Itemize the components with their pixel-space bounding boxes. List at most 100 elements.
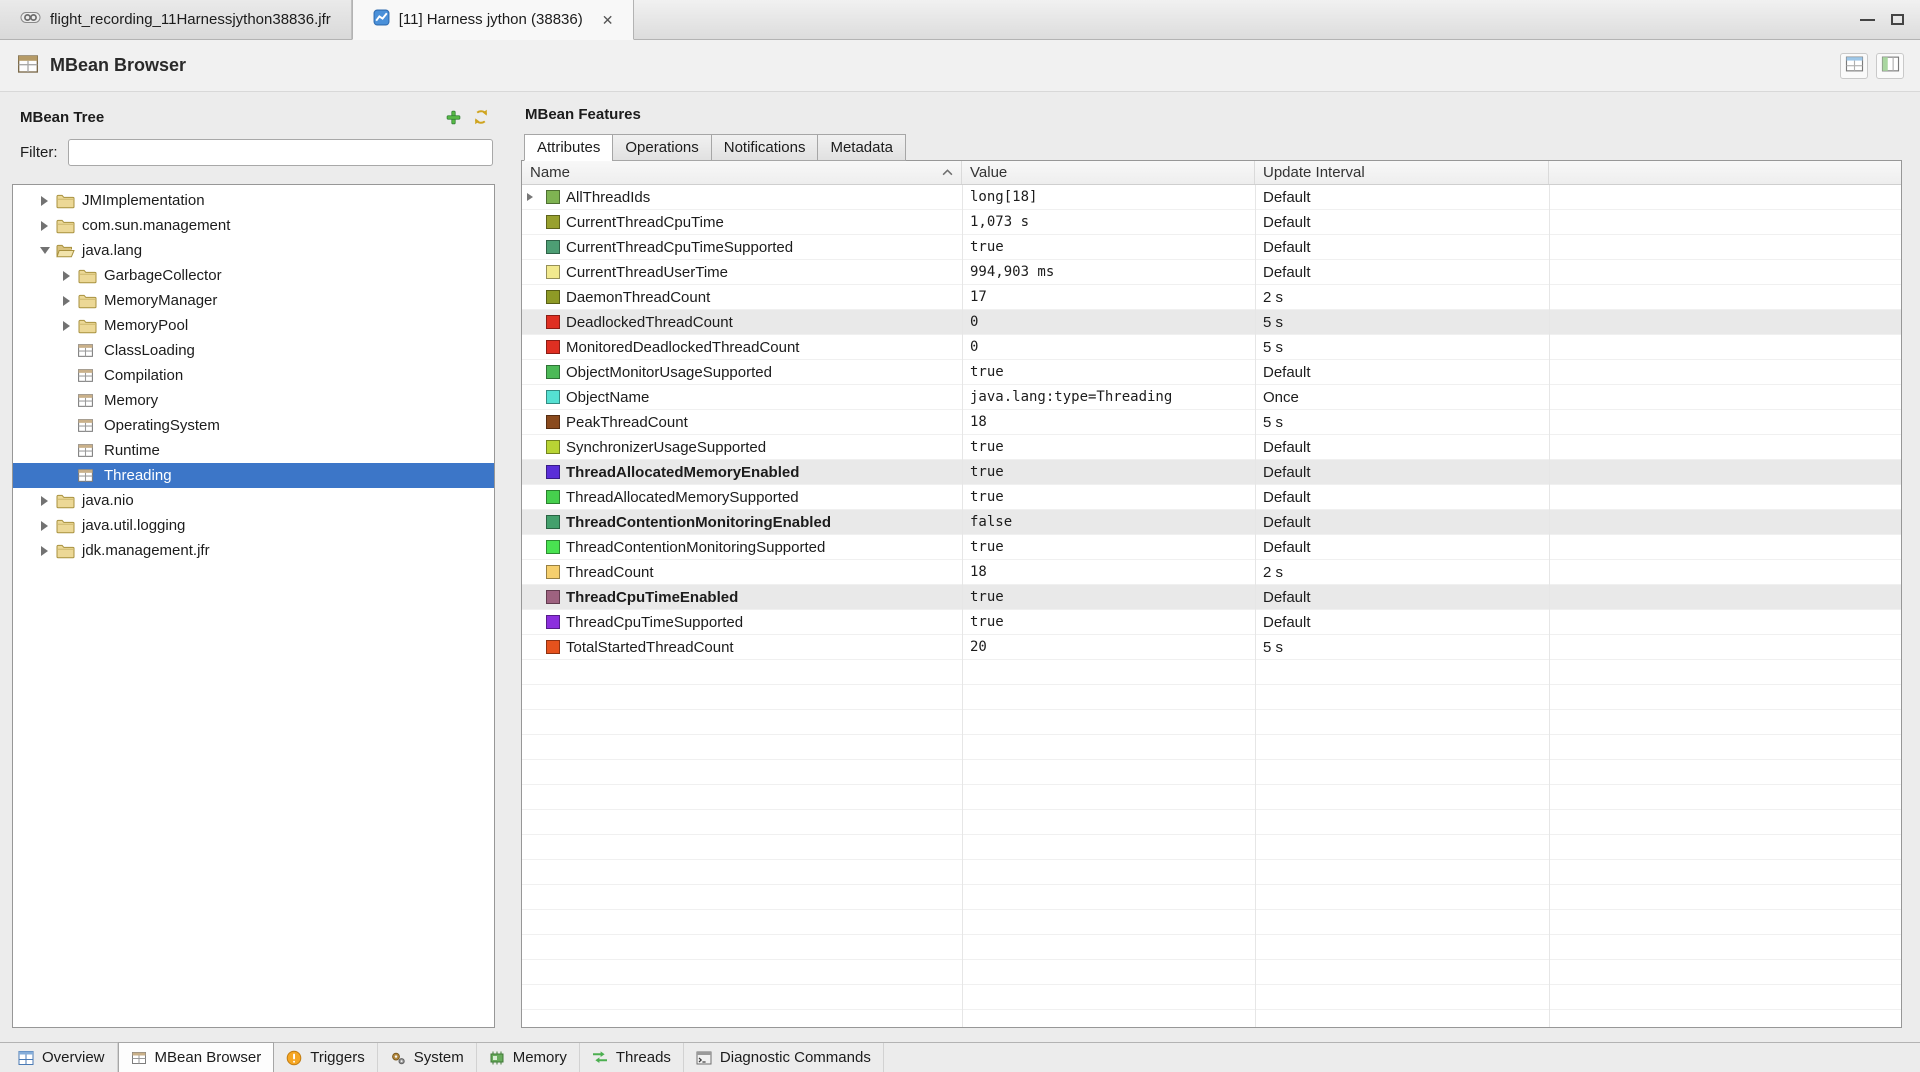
tree-item-java-nio[interactable]: java.nio bbox=[13, 488, 494, 513]
mbean-tree-title: MBean Tree bbox=[20, 109, 104, 126]
attribute-update-interval: Default bbox=[1255, 435, 1549, 459]
tree-item-com-sun-management[interactable]: com.sun.management bbox=[13, 213, 494, 238]
attribute-row-monitoreddeadlockedthreadcount[interactable]: MonitoredDeadlockedThreadCount05 s bbox=[522, 335, 1901, 360]
attribute-row-currentthreadusertime[interactable]: CurrentThreadUserTime994,903 msDefault bbox=[522, 260, 1901, 285]
attribute-row-threadcontentionmonitoringenabled[interactable]: ThreadContentionMonitoringEnabledfalseDe… bbox=[522, 510, 1901, 535]
tab-metadata[interactable]: Metadata bbox=[817, 134, 906, 161]
add-mbean-icon[interactable] bbox=[446, 110, 461, 125]
tree-item-label: Compilation bbox=[104, 367, 183, 384]
layout-table-button[interactable] bbox=[1840, 53, 1868, 79]
attribute-value: 18 bbox=[962, 560, 1255, 584]
attribute-row-objectname[interactable]: ObjectNamejava.lang:type=ThreadingOnce bbox=[522, 385, 1901, 410]
chevron-collapsed-icon[interactable] bbox=[37, 543, 52, 558]
column-header-update-interval[interactable]: Update Interval bbox=[1255, 161, 1549, 184]
attribute-value: false bbox=[962, 510, 1255, 534]
tree-item-jmimplementation[interactable]: JMImplementation bbox=[13, 188, 494, 213]
tree-item-memorymanager[interactable]: MemoryManager bbox=[13, 288, 494, 313]
chevron-collapsed-icon[interactable] bbox=[37, 518, 52, 533]
mbean-icon bbox=[77, 342, 98, 359]
chevron-collapsed-icon[interactable] bbox=[59, 318, 74, 333]
tree-item-label: java.nio bbox=[82, 492, 134, 509]
tree-item-label: com.sun.management bbox=[82, 217, 230, 234]
tab-operations[interactable]: Operations bbox=[612, 134, 711, 161]
attribute-row-threadcputimesupported[interactable]: ThreadCpuTimeSupportedtrueDefault bbox=[522, 610, 1901, 635]
tree-item-operatingsystem[interactable]: OperatingSystem bbox=[13, 413, 494, 438]
tree-item-memory[interactable]: Memory bbox=[13, 388, 494, 413]
attribute-row-daemonthreadcount[interactable]: DaemonThreadCount172 s bbox=[522, 285, 1901, 310]
bottom-tab-overview[interactable]: Overview bbox=[6, 1043, 118, 1072]
column-header-value[interactable]: Value bbox=[962, 161, 1255, 184]
chevron-collapsed-icon[interactable] bbox=[59, 293, 74, 308]
attribute-row-threadcount[interactable]: ThreadCount182 s bbox=[522, 560, 1901, 585]
empty-row bbox=[522, 885, 1901, 910]
bottom-tab-triggers[interactable]: Triggers bbox=[274, 1043, 377, 1072]
empty-row bbox=[522, 810, 1901, 835]
tab-attributes[interactable]: Attributes bbox=[524, 134, 613, 161]
arrow-spacer bbox=[527, 416, 540, 429]
bottom-tab-bar: OverviewMBean BrowserTriggersSystemMemor… bbox=[0, 1042, 1920, 1072]
tree-item-classloading[interactable]: ClassLoading bbox=[13, 338, 494, 363]
filter-label: Filter: bbox=[20, 144, 58, 161]
attribute-row-objectmonitorusagesupported[interactable]: ObjectMonitorUsageSupportedtrueDefault bbox=[522, 360, 1901, 385]
filter-input[interactable] bbox=[68, 139, 494, 166]
tree-item-memorypool[interactable]: MemoryPool bbox=[13, 313, 494, 338]
attribute-row-peakthreadcount[interactable]: PeakThreadCount185 s bbox=[522, 410, 1901, 435]
attribute-name-cell: SynchronizerUsageSupported bbox=[522, 435, 962, 459]
expand-arrow-icon[interactable] bbox=[527, 191, 540, 204]
maximize-icon[interactable] bbox=[1891, 14, 1904, 25]
layout-columns-button[interactable] bbox=[1876, 53, 1904, 79]
tree-item-threading[interactable]: Threading bbox=[13, 463, 494, 488]
chevron-collapsed-icon[interactable] bbox=[37, 193, 52, 208]
attribute-value: 994,903 ms bbox=[962, 260, 1255, 284]
bottom-tab-system[interactable]: System bbox=[378, 1043, 477, 1072]
editor-tab-flight-recording-11harnessjyth[interactable]: flight_recording_11Harnessjython38836.jf… bbox=[0, 0, 352, 39]
attribute-row-currentthreadcputime[interactable]: CurrentThreadCpuTime1,073 sDefault bbox=[522, 210, 1901, 235]
chevron-collapsed-icon[interactable] bbox=[37, 218, 52, 233]
close-tab-icon[interactable]: ✕ bbox=[602, 13, 614, 27]
bottom-tab-mbean-browser[interactable]: MBean Browser bbox=[118, 1042, 275, 1072]
tree-item-label: ClassLoading bbox=[104, 342, 195, 359]
bottom-tab-label: Threads bbox=[616, 1049, 671, 1066]
tree-actions bbox=[446, 109, 489, 125]
arrow-spacer bbox=[527, 641, 540, 654]
bottom-tab-threads[interactable]: Threads bbox=[580, 1043, 684, 1072]
attribute-row-deadlockedthreadcount[interactable]: DeadlockedThreadCount05 s bbox=[522, 310, 1901, 335]
attribute-row-threadallocatedmemorysupported[interactable]: ThreadAllocatedMemorySupportedtrueDefaul… bbox=[522, 485, 1901, 510]
column-header-name[interactable]: Name bbox=[522, 161, 962, 184]
attribute-row-threadcputimeenabled[interactable]: ThreadCpuTimeEnabledtrueDefault bbox=[522, 585, 1901, 610]
arrow-spacer bbox=[59, 393, 74, 408]
chevron-collapsed-icon[interactable] bbox=[59, 268, 74, 283]
arrow-spacer bbox=[527, 316, 540, 329]
attribute-row-synchronizerusagesupported[interactable]: SynchronizerUsageSupportedtrueDefault bbox=[522, 435, 1901, 460]
attribute-type-icon bbox=[546, 615, 560, 629]
tree-item-compilation[interactable]: Compilation bbox=[13, 363, 494, 388]
attribute-row-threadallocatedmemoryenabled[interactable]: ThreadAllocatedMemoryEnabledtrueDefault bbox=[522, 460, 1901, 485]
attribute-value: true bbox=[962, 585, 1255, 609]
attribute-row-currentthreadcputimesupported[interactable]: CurrentThreadCpuTimeSupportedtrueDefault bbox=[522, 235, 1901, 260]
tree-item-label: GarbageCollector bbox=[104, 267, 222, 284]
tree-item-runtime[interactable]: Runtime bbox=[13, 438, 494, 463]
tree-item-garbagecollector[interactable]: GarbageCollector bbox=[13, 263, 494, 288]
arrow-spacer bbox=[527, 291, 540, 304]
editor-tab-11-harness-jython-38836[interactable]: [11] Harness jython (38836)✕ bbox=[352, 0, 635, 40]
tree-item-java-lang[interactable]: java.lang bbox=[13, 238, 494, 263]
attribute-row-totalstartedthreadcount[interactable]: TotalStartedThreadCount205 s bbox=[522, 635, 1901, 660]
attribute-update-interval: 5 s bbox=[1255, 310, 1549, 334]
tree-item-jdk-management-jfr[interactable]: jdk.management.jfr bbox=[13, 538, 494, 563]
chevron-collapsed-icon[interactable] bbox=[37, 493, 52, 508]
header-actions bbox=[1840, 53, 1904, 79]
empty-row bbox=[522, 735, 1901, 760]
tree-item-java-util-logging[interactable]: java.util.logging bbox=[13, 513, 494, 538]
mbean-icon bbox=[77, 392, 98, 409]
bottom-tab-diagnostic-commands[interactable]: Diagnostic Commands bbox=[684, 1043, 884, 1072]
attribute-name-cell: CurrentThreadCpuTimeSupported bbox=[522, 235, 962, 259]
arrow-spacer bbox=[527, 266, 540, 279]
attribute-row-allthreadids[interactable]: AllThreadIdslong[18]Default bbox=[522, 185, 1901, 210]
tab-notifications[interactable]: Notifications bbox=[711, 134, 819, 161]
attribute-type-icon bbox=[546, 340, 560, 354]
minimize-icon[interactable] bbox=[1860, 19, 1875, 21]
bottom-tab-memory[interactable]: Memory bbox=[477, 1043, 580, 1072]
chevron-expanded-icon[interactable] bbox=[37, 243, 52, 258]
attribute-row-threadcontentionmonitoringsupported[interactable]: ThreadContentionMonitoringSupportedtrueD… bbox=[522, 535, 1901, 560]
refresh-icon[interactable] bbox=[473, 109, 489, 125]
